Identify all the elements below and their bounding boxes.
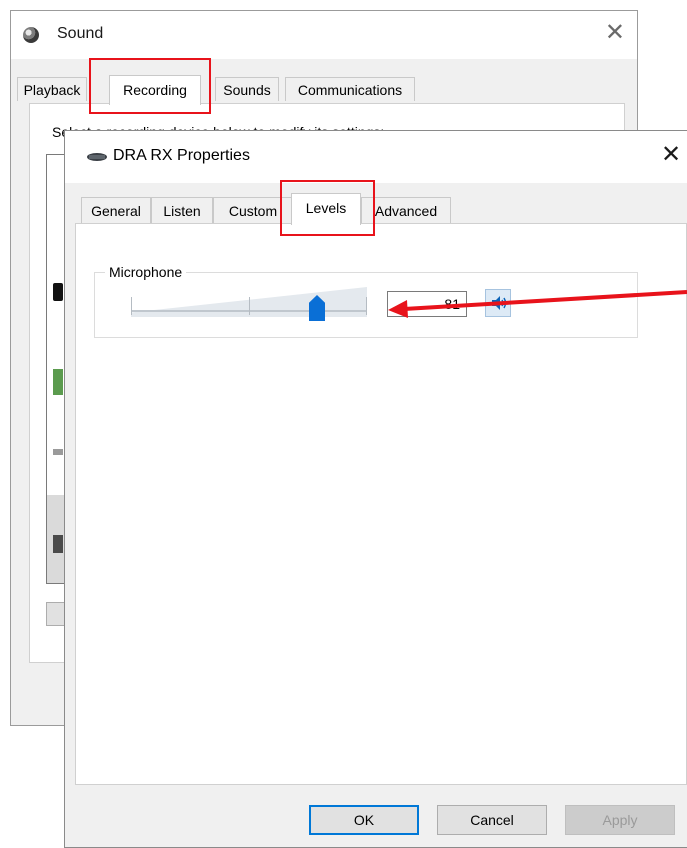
- tab-listen[interactable]: Listen: [151, 197, 213, 223]
- apply-button[interactable]: Apply: [565, 805, 675, 835]
- properties-close-icon[interactable]: ✕: [661, 143, 681, 167]
- slider-tick: [366, 297, 367, 315]
- microphone-group: Microphone 81: [94, 264, 638, 338]
- properties-titlebar: DRA RX Properties ✕: [65, 131, 687, 183]
- speaker-app-icon: [23, 27, 39, 43]
- device-icon-microphone: [53, 283, 63, 301]
- slider-tick: [249, 297, 250, 315]
- levels-panel: Microphone 81: [75, 223, 687, 785]
- tab-sounds[interactable]: Sounds: [215, 77, 279, 101]
- tab-levels[interactable]: Levels: [291, 193, 361, 225]
- properties-window: DRA RX Properties ✕ General Listen Custo…: [64, 130, 687, 848]
- ok-button[interactable]: OK: [309, 805, 419, 835]
- device-icon-headset: [53, 535, 63, 553]
- device-icon-mixer: [53, 449, 63, 455]
- sound-titlebar: Sound ✕: [11, 11, 637, 59]
- tab-playback[interactable]: Playback: [17, 77, 87, 101]
- tab-communications[interactable]: Communications: [285, 77, 415, 101]
- microphone-level-input[interactable]: 81: [387, 291, 467, 317]
- device-icon-line-in: [53, 369, 63, 395]
- microphone-label: Microphone: [105, 264, 187, 280]
- speaker-volume-icon: [492, 296, 507, 310]
- cancel-button[interactable]: Cancel: [437, 805, 547, 835]
- properties-window-title: DRA RX Properties: [113, 147, 250, 164]
- sound-close-icon[interactable]: ✕: [605, 21, 625, 45]
- tab-recording[interactable]: Recording: [109, 75, 201, 105]
- tab-general[interactable]: General: [81, 197, 151, 223]
- microphone-level-slider[interactable]: [131, 287, 367, 321]
- slider-tick: [131, 297, 132, 315]
- mute-toggle-button[interactable]: [485, 289, 511, 317]
- sound-window-title: Sound: [57, 25, 104, 42]
- device-headset-icon: [87, 153, 107, 161]
